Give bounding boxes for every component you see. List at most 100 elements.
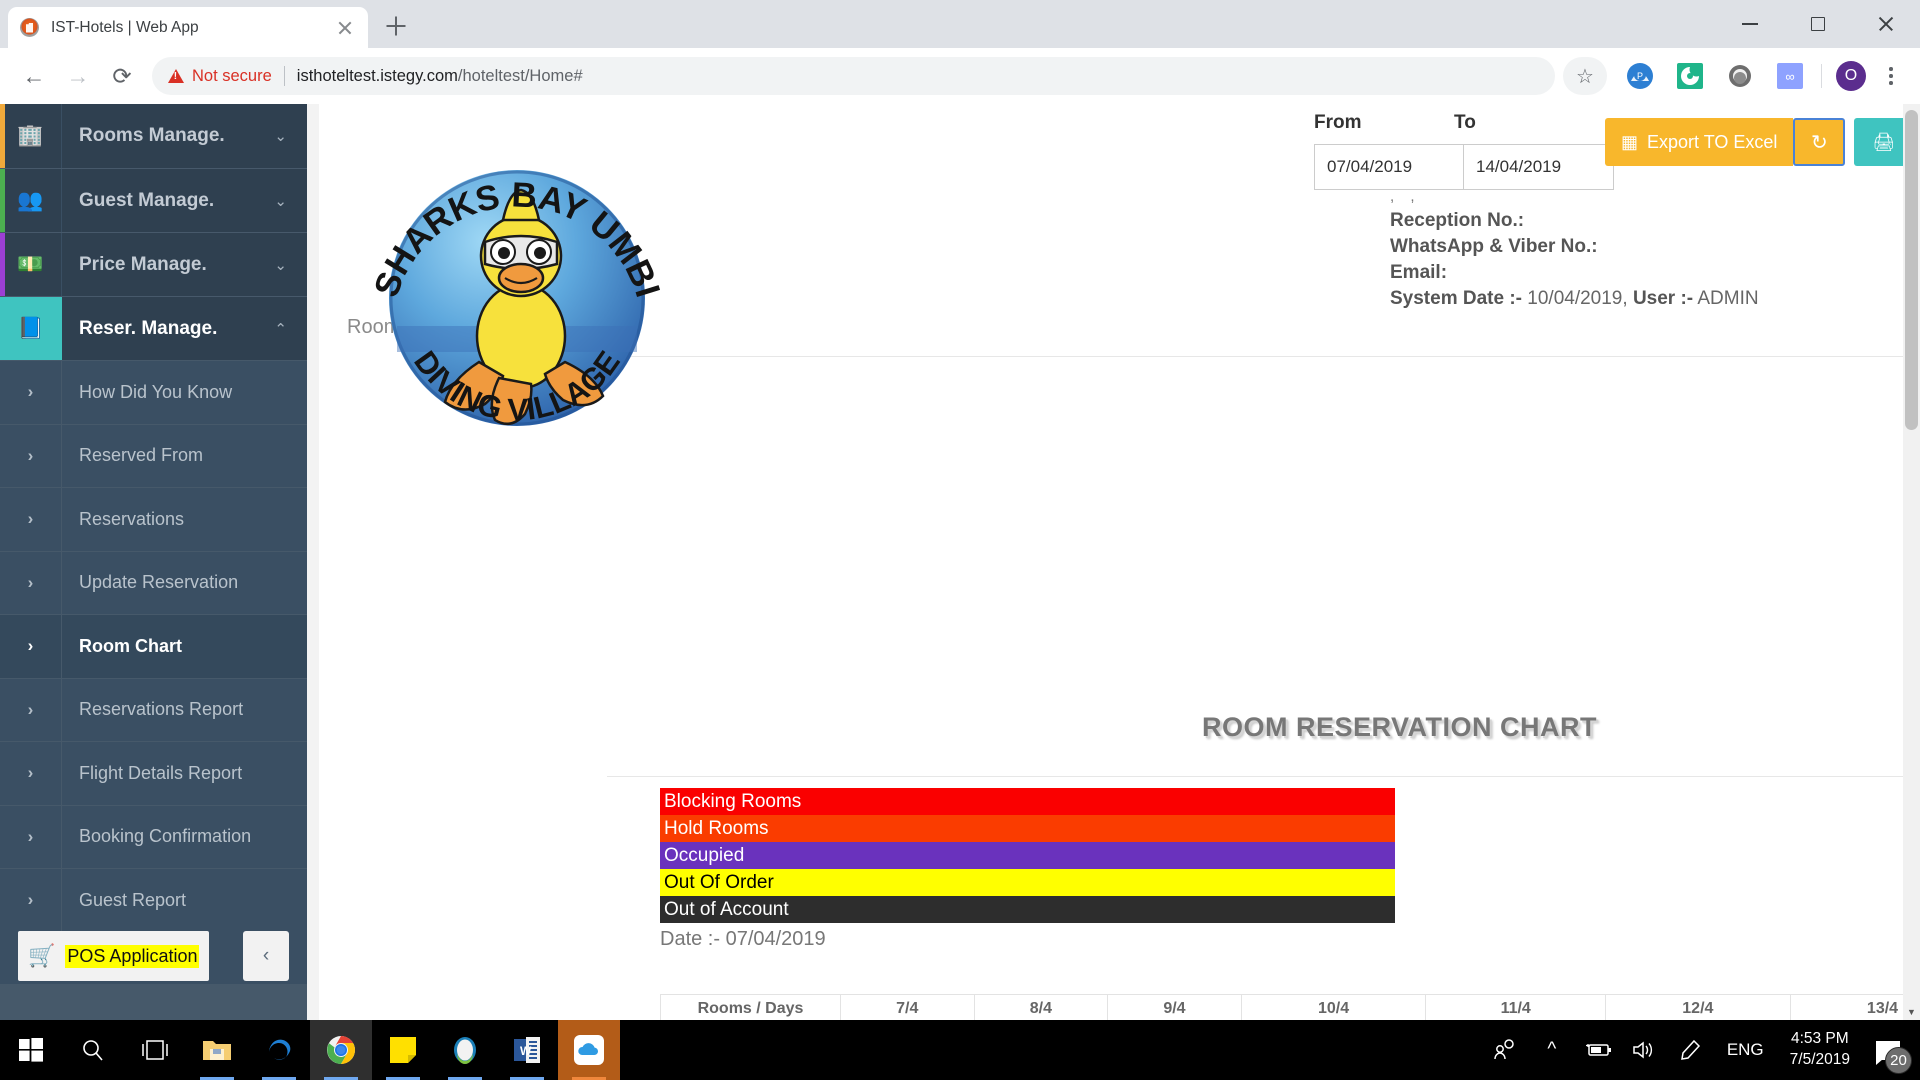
sidebar-item-guest-report[interactable]: › Guest Report <box>0 868 307 932</box>
not-secure-label: Not secure <box>192 66 272 85</box>
clock[interactable]: 4:53 PM 7/5/2019 <box>1778 1029 1862 1071</box>
browser-window: IST-Hotels | Web App ← → ⟳ Not secure is… <box>0 0 1920 1080</box>
task-view-icon[interactable] <box>124 1020 186 1080</box>
chevron-up-icon[interactable]: ^ <box>1529 1020 1575 1080</box>
start-button[interactable] <box>0 1020 62 1080</box>
sidebar-item-label: Reservations Report <box>79 699 244 720</box>
column-header-day: 13/4 <box>1789 994 1920 1020</box>
forward-arrow-icon[interactable]: → <box>56 54 100 98</box>
battery-charging-icon[interactable] <box>1575 1020 1621 1080</box>
date-from-input[interactable]: 07/04/2019 <box>1314 144 1464 190</box>
pos-application-label: POS Application <box>65 944 200 968</box>
notification-center-button[interactable]: 20 <box>1862 1020 1914 1080</box>
extension-icon-infinity[interactable]: ∞ <box>1772 58 1808 94</box>
window-maximize-button[interactable] <box>1784 0 1852 48</box>
sidebar-item-price-manage[interactable]: 💵 Price Manage. ⌄ <box>0 232 307 296</box>
volume-icon[interactable] <box>1621 1020 1667 1080</box>
star-icon[interactable]: ☆ <box>1563 57 1607 95</box>
sidebar-item-label: Update Reservation <box>79 572 239 593</box>
sidebar-item-booking-confirmation[interactable]: › Booking Confirmation <box>0 804 307 868</box>
reception-label: Reception No.: <box>1390 209 1525 231</box>
svg-text:W: W <box>520 1044 532 1058</box>
teal-app-icon[interactable] <box>434 1020 496 1080</box>
kebab-menu-icon[interactable] <box>1874 58 1908 94</box>
address-bar[interactable]: Not secure isthoteltest.istegy.com/hotel… <box>152 57 1555 95</box>
date-to-input[interactable]: 14/04/2019 <box>1464 144 1614 190</box>
search-icon[interactable] <box>62 1020 124 1080</box>
legend-item-blocking-rooms: Blocking Rooms <box>660 788 1395 815</box>
vertical-scrollbar[interactable]: ▲ ▼ <box>1903 104 1920 1020</box>
chrome-icon[interactable] <box>310 1020 372 1080</box>
sidebar-collapse-button[interactable]: ‹ <box>243 931 289 981</box>
system-tray: ^ ENG 4:53 PM 7/5/2019 20 <box>1483 1020 1920 1080</box>
sidebar-item-label: How Did You Know <box>79 381 233 402</box>
column-header-day: 9/4 <box>1107 994 1242 1020</box>
legend-label: Hold Rooms <box>664 817 769 839</box>
system-date-value: 10/04/2019 <box>1527 288 1623 310</box>
email-label: Email: <box>1390 262 1448 284</box>
profile-avatar[interactable]: O <box>1836 61 1866 91</box>
scroll-down-arrow-icon[interactable]: ▼ <box>1903 1003 1920 1020</box>
browser-tab[interactable]: IST-Hotels | Web App <box>8 7 368 48</box>
sidebar-item-room-chart[interactable]: › Room Chart <box>0 614 307 678</box>
url-path: /hoteltest/Home# <box>457 66 583 85</box>
legend-label: Occupied <box>664 844 745 866</box>
chevron-down-icon[interactable]: ⌄ <box>274 256 307 274</box>
pen-icon[interactable] <box>1667 1020 1713 1080</box>
tab-close-icon[interactable] <box>334 17 356 39</box>
chevron-right-icon: › <box>0 424 62 487</box>
legend-item-out-of-order: Out Of Order <box>660 869 1395 896</box>
extension-icon-green-square[interactable] <box>1672 58 1708 94</box>
chevron-right-icon: › <box>0 361 62 424</box>
building-icon: 🏢 <box>0 104 62 168</box>
shopping-cart-icon: 🛒 <box>28 943 56 968</box>
accent-bar <box>0 104 5 168</box>
omnibox-toolbar: ← → ⟳ Not secure isthoteltest.istegy.com… <box>0 48 1920 104</box>
extension-icon-blue-circle[interactable]: P <box>1622 58 1658 94</box>
file-explorer-icon[interactable] <box>186 1020 248 1080</box>
sidebar-item-flight-details-report[interactable]: › Flight Details Report <box>0 741 307 805</box>
sidebar-item-how-did-you-know[interactable]: › How Did You Know <box>0 360 307 424</box>
people-icon[interactable] <box>1483 1020 1529 1080</box>
column-header-day: 8/4 <box>973 994 1109 1020</box>
sidebar-item-reservations-report[interactable]: › Reservations Report <box>0 677 307 741</box>
sidebar-item-reser-manage[interactable]: 📘 Reser. Manage. ⌃ <box>0 296 307 360</box>
chevron-right-icon: › <box>0 488 62 551</box>
chevron-down-icon[interactable]: ⌄ <box>274 127 307 145</box>
chevron-down-icon[interactable]: ⌄ <box>274 192 307 210</box>
onedrive-icon[interactable] <box>558 1020 620 1080</box>
book-icon: 📘 <box>0 297 62 360</box>
sidebar-item-reservations[interactable]: › Reservations <box>0 487 307 551</box>
money-icon: 💵 <box>0 233 62 296</box>
report-actions: ▦ Export TO Excel ↻ 🖨 Print <box>1605 118 1920 166</box>
back-arrow-icon[interactable]: ← <box>12 54 56 98</box>
reload-icon[interactable]: ⟳ <box>100 54 144 98</box>
edge-icon[interactable] <box>248 1020 310 1080</box>
chevron-up-icon[interactable]: ⌃ <box>274 320 307 338</box>
sidebar-item-label: Guest Report <box>79 889 187 910</box>
page-body: 🏢 Rooms Manage. ⌄ 👥 Guest Manage. ⌄ 💵 Pr… <box>0 104 1920 1020</box>
window-minimize-button[interactable] <box>1716 0 1784 48</box>
divider-top <box>607 356 1920 357</box>
sidebar-item-guest-manage[interactable]: 👥 Guest Manage. ⌄ <box>0 168 307 232</box>
column-header-day: 11/4 <box>1425 994 1607 1020</box>
language-indicator[interactable]: ENG <box>1713 1040 1778 1060</box>
scrollbar-thumb[interactable] <box>1905 110 1918 430</box>
export-to-excel-button[interactable]: ▦ Export TO Excel <box>1605 118 1794 166</box>
svg-text:P: P <box>1637 71 1643 81</box>
pos-application-button[interactable]: 🛒 POS Application <box>18 931 210 981</box>
grid-icon: ▦ <box>1621 131 1639 152</box>
word-icon[interactable]: W <box>496 1020 558 1080</box>
sidebar-item-update-reservation[interactable]: › Update Reservation <box>0 550 307 614</box>
divider-mid <box>607 776 1920 777</box>
sticky-notes-icon[interactable] <box>372 1020 434 1080</box>
sidebar-item-reserved-from[interactable]: › Reserved From <box>0 423 307 487</box>
refresh-button[interactable]: ↻ <box>1793 118 1846 166</box>
new-tab-button[interactable] <box>376 6 416 46</box>
sidebar-item-rooms-manage[interactable]: 🏢 Rooms Manage. ⌄ <box>0 104 307 168</box>
extension-icon-gray-sphere[interactable] <box>1722 58 1758 94</box>
tab-title: IST-Hotels | Web App <box>51 18 199 36</box>
window-close-button[interactable] <box>1852 0 1920 48</box>
user-value: ADMIN <box>1697 288 1759 310</box>
url-domain: isthoteltest.istegy.com <box>296 66 458 85</box>
